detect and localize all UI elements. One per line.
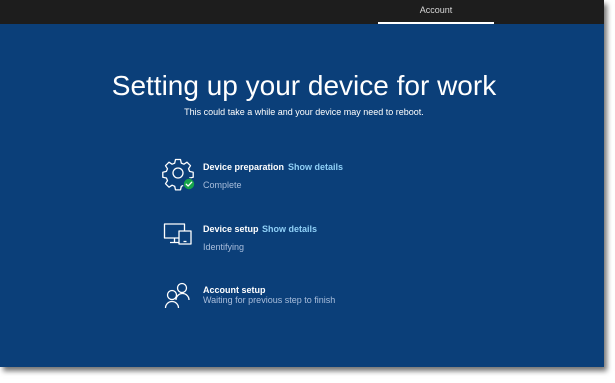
step-account-setup: Account setup Waiting for previous step … (162, 280, 562, 320)
step-name: Device setup (203, 224, 259, 234)
page-subtitle: This could take a while and your device … (184, 107, 424, 117)
step-device-setup: Device setup Show details Identifying (162, 219, 562, 259)
device-icon (162, 219, 194, 251)
tab-account[interactable]: Account (378, 0, 494, 24)
top-bar: Account (0, 0, 604, 24)
step-name: Account setup (203, 285, 266, 295)
step-name: Device preparation (203, 162, 285, 172)
show-details-link[interactable]: Show details (288, 162, 343, 172)
step-device-preparation: Device preparation Show details Complete (162, 157, 562, 197)
oobe-window: Account Setting up your device for work … (0, 0, 604, 367)
people-icon (162, 280, 194, 312)
page-title: Setting up your device for work (111, 70, 497, 101)
show-details-link[interactable]: Show details (262, 224, 317, 234)
step-status: Identifying (203, 242, 245, 252)
step-status: Complete (203, 180, 242, 190)
step-status: Waiting for previous step to finish (203, 295, 336, 305)
check-icon (183, 178, 195, 190)
